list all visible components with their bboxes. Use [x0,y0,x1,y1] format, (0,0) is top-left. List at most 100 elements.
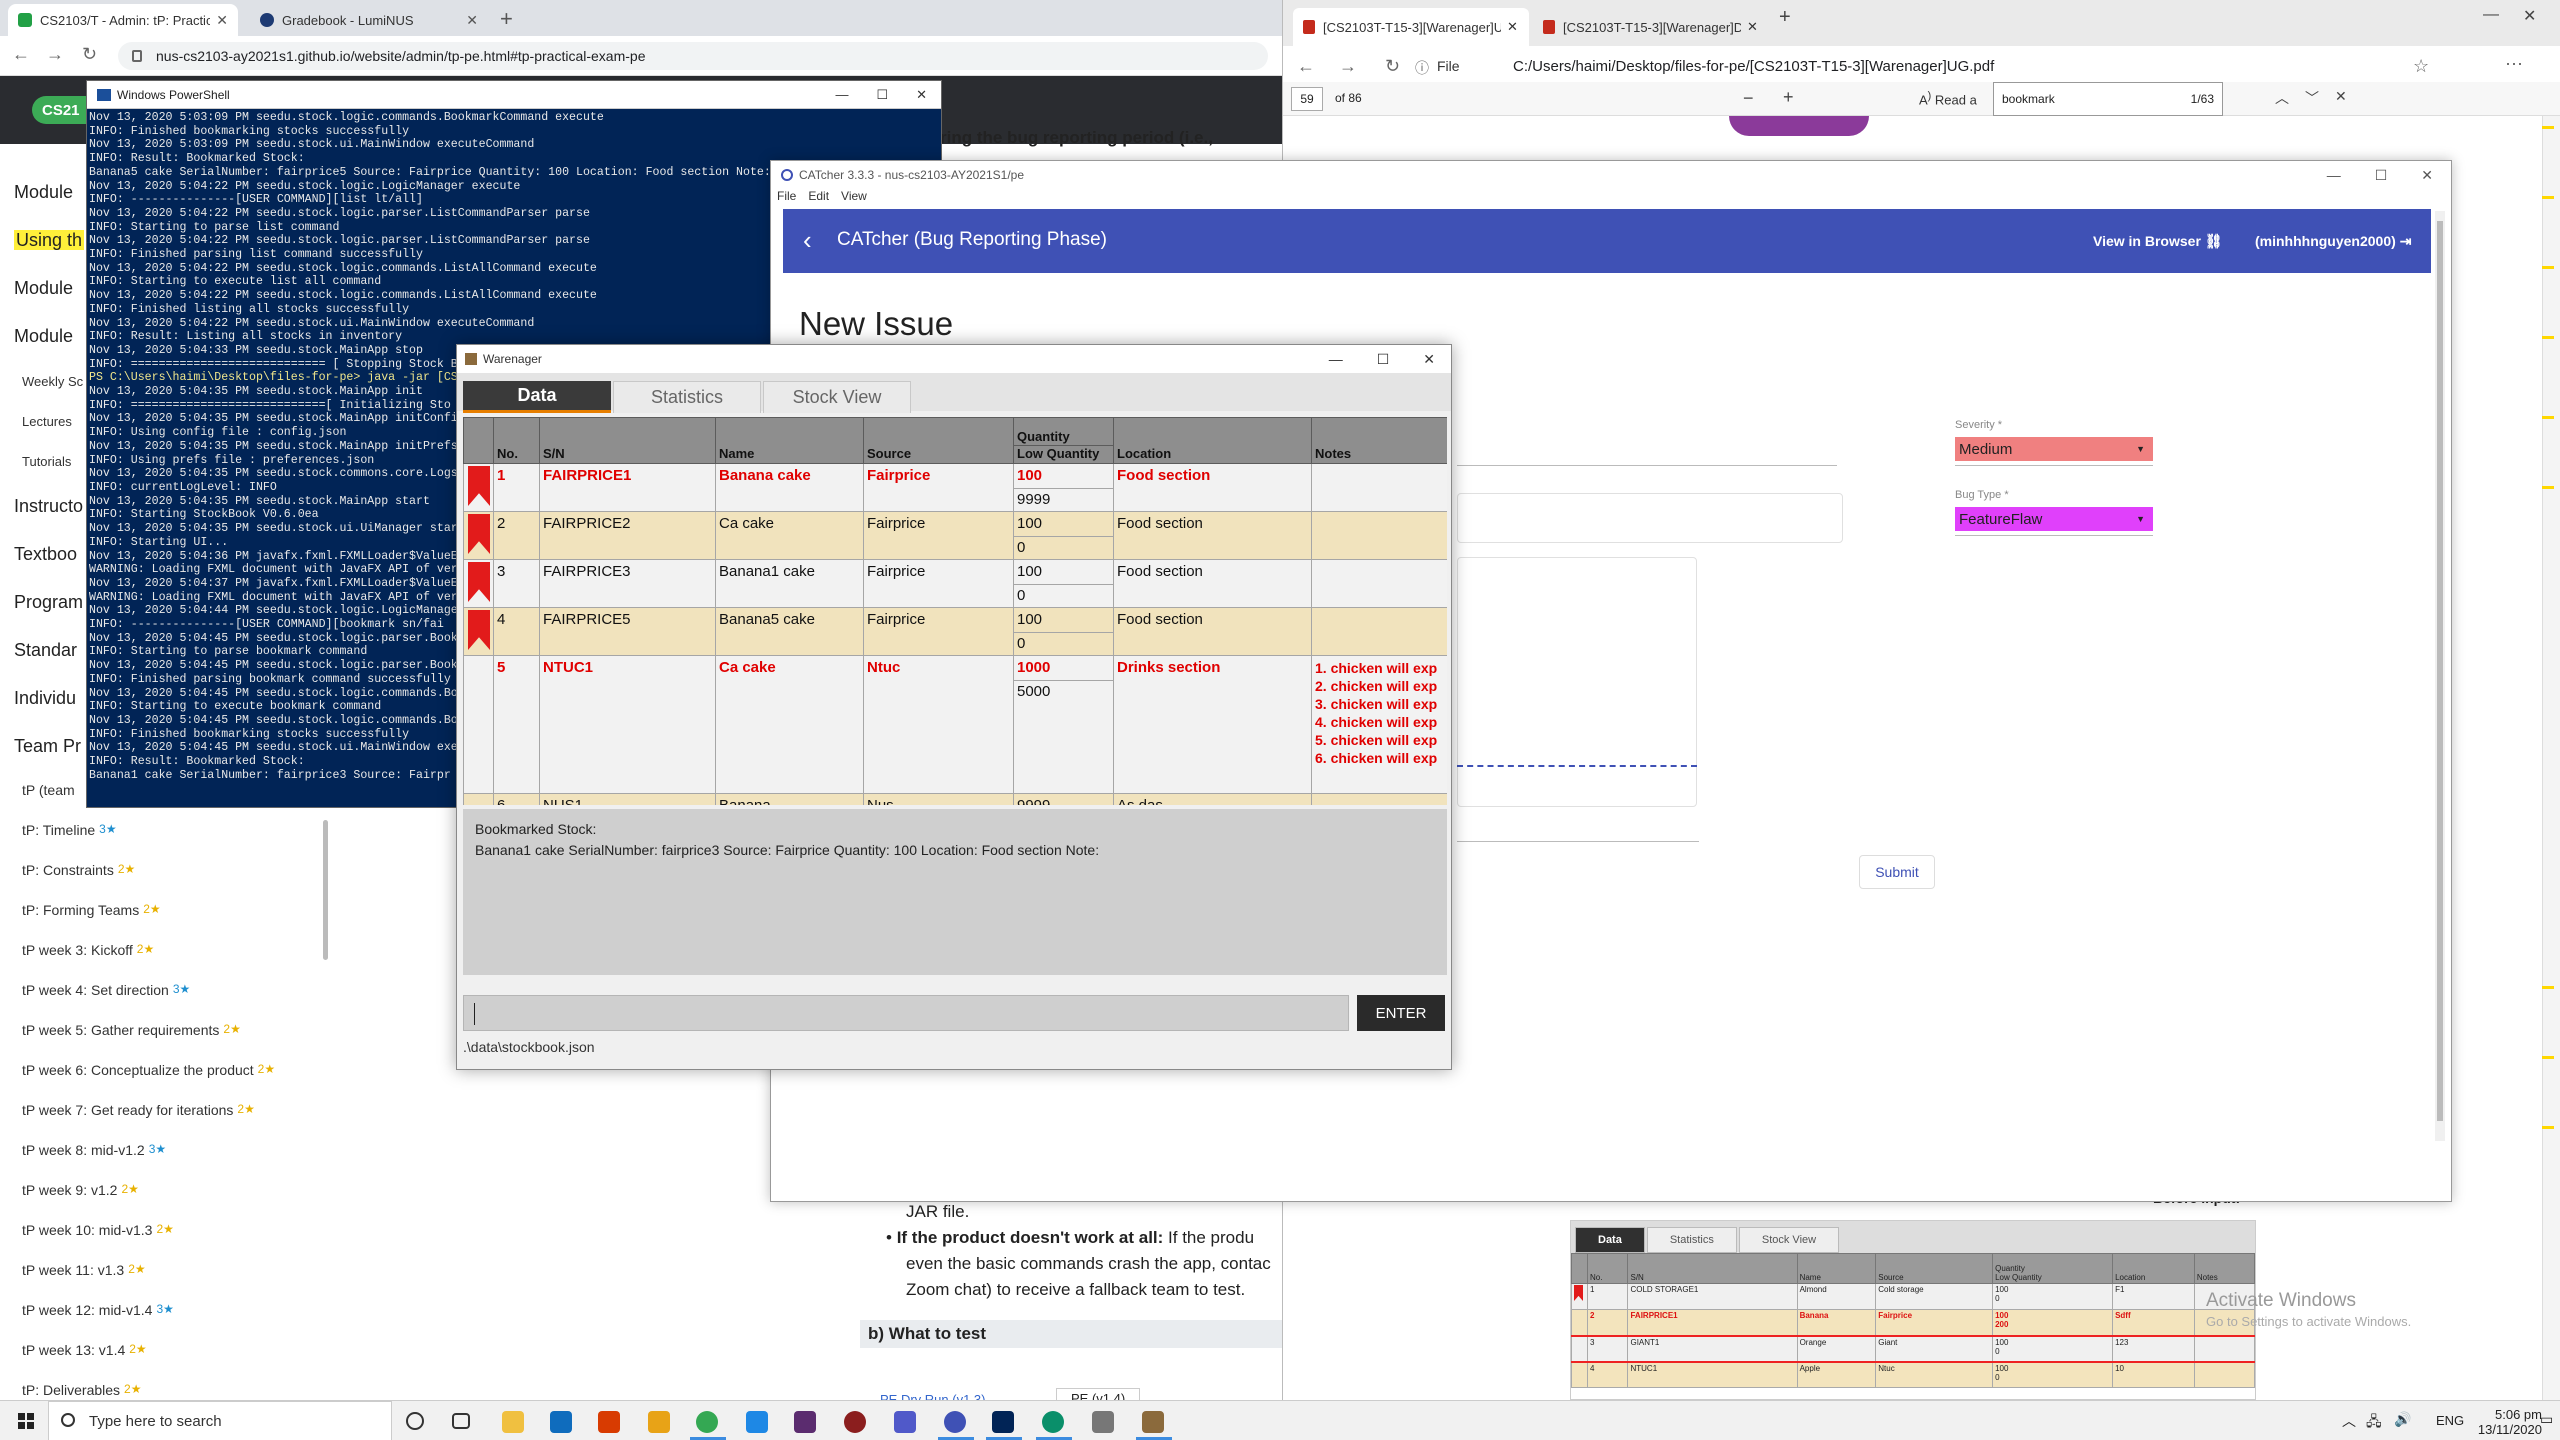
sidebar-tp-link[interactable]: tP week 9: v1.2 2★ [22,1182,139,1198]
sidebar-tp-link[interactable]: tP week 13: v1.4 2★ [22,1342,147,1358]
url-text[interactable]: C:/Users/haimi/Desktop/files-for-pe/[CS2… [1513,58,1994,75]
file-explorer-icon[interactable] [502,1411,524,1433]
sidebar-tp-link[interactable]: tP week 8: mid-v1.2 3★ [22,1142,166,1158]
stock-row[interactable]: 5 NTUC1 Ca cake Ntuc 1000 5000 Drinks section 1… [463,655,1447,794]
stock-row[interactable]: 6NUS1BananaNus99990As das [463,793,1447,805]
sidebar-link[interactable]: Instructo [14,496,83,517]
sidebar-link[interactable]: Module [14,278,73,299]
sidebar-link[interactable]: Textboo [14,544,77,565]
maximize-icon[interactable]: ☐ [2375,167,2388,184]
sidebar-tp-link[interactable]: tP week 5: Gather requirements 2★ [22,1022,241,1038]
reload-icon[interactable]: ↻ [82,44,97,65]
language-indicator[interactable]: ENG [2436,1413,2464,1428]
sidebar-tp-link[interactable]: tP: Forming Teams 2★ [22,902,161,918]
catcher-scrollbar-thumb[interactable] [2437,221,2443,1121]
tab-data[interactable]: Data [463,381,611,413]
stock-row[interactable]: 1 FAIRPRICE1 Banana cake Fairprice 100 9999 Fo… [463,463,1447,512]
maximize-icon[interactable]: ☐ [876,87,888,103]
menu-edit[interactable]: Edit [808,189,829,209]
pdf-find-box[interactable]: bookmark 1/63 [1993,82,2223,116]
sidebar-tp-link[interactable]: tP week 7: Get ready for iterations 2★ [22,1102,255,1118]
zoom-in-icon[interactable]: + [1783,87,1794,108]
info-icon[interactable]: ⓘ [1415,58,1429,78]
powershell-titlebar[interactable]: Windows PowerShell — ☐ ✕ [87,81,941,109]
close-tab-icon[interactable]: ✕ [1507,19,1518,35]
new-tab-icon[interactable]: + [500,6,513,32]
stock-row[interactable]: 2 FAIRPRICE2 Ca cake Fairprice 100 0 Food sect… [463,511,1447,560]
chrome-address-bar[interactable]: nus-cs2103-ay2021s1.github.io/website/ad… [118,42,1268,70]
sidebar-tp-link[interactable]: tP week 3: Kickoff 2★ [22,942,154,958]
minimize-icon[interactable]: — [1329,351,1343,368]
close-tab-icon[interactable]: ✕ [1747,19,1758,35]
tab-stock-view[interactable]: Stock View [763,381,911,413]
col-header-sn[interactable]: S/N [539,417,716,464]
find-prev-icon[interactable]: ︿ [2275,88,2289,108]
catcher-titlebar[interactable]: CATcher 3.3.3 - nus-cs2103-AY2021S1/pe —… [771,161,2451,189]
sidebar-scrollbar[interactable] [323,820,328,960]
command-input[interactable] [463,995,1349,1031]
sidebar-link[interactable]: Module [14,182,73,203]
forward-arrow-icon[interactable]: → [46,44,64,65]
pdf-scrollbar[interactable] [2542,116,2560,1400]
close-window-icon[interactable]: ✕ [2421,167,2433,184]
intellij-icon[interactable] [794,1411,816,1433]
close-window-icon[interactable]: ✕ [2523,6,2536,26]
windows-start-icon[interactable] [18,1413,34,1429]
chrome-tab-admin[interactable]: CS2103/T - Admin: tP: Practical Ex ✕ [8,4,238,36]
sidebar-link[interactable]: Team Pr [14,736,81,757]
sidebar-tp-link[interactable]: tP week 10: mid-v1.3 2★ [22,1222,174,1238]
read-aloud-button[interactable]: A) Read a [1919,90,1977,107]
powershell-taskbar-icon[interactable] [992,1411,1014,1433]
col-header-source[interactable]: Source [863,417,1014,464]
tab-statistics[interactable]: Statistics [613,381,761,413]
warenager-taskbar-icon[interactable] [1142,1411,1164,1433]
office-icon[interactable] [598,1411,620,1433]
outlook-icon[interactable] [550,1411,572,1433]
minimize-icon[interactable]: — [835,87,848,103]
minimize-icon[interactable]: — [2483,6,2499,24]
sidebar-link[interactable]: Standar [14,640,77,661]
menu-file[interactable]: File [777,189,796,209]
sidebar-tp-link[interactable]: tP: Timeline 3★ [22,822,117,838]
view-in-browser-button[interactable]: View in Browser ⛓ [2093,233,2223,250]
find-close-icon[interactable]: ✕ [2335,88,2347,105]
sidebar-sublink[interactable]: Weekly Sc [22,374,83,389]
bugtype-select[interactable]: FeatureFlaw ▼ [1955,507,2153,531]
description-editor[interactable] [1457,557,1697,807]
task-view-icon[interactable] [452,1413,470,1429]
edge-taskbar-icon[interactable] [1042,1411,1064,1433]
edge-tab-dg[interactable]: [CS2103T-T15-3][Warenager]DG ✕ [1533,8,1769,46]
forward-arrow-icon[interactable]: → [1339,56,1357,77]
back-arrow-icon[interactable]: ← [1297,56,1315,77]
col-header-quantity[interactable]: Quantity Low Quantity [1013,417,1114,464]
sidebar-link[interactable]: Module [14,326,73,347]
sidebar-sublink[interactable]: Lectures [22,414,72,429]
menu-view[interactable]: View [841,189,867,209]
page-number-input[interactable]: 59 [1291,87,1323,111]
submit-button[interactable]: Submit [1859,855,1935,889]
favorite-star-icon[interactable]: ☆ [2413,56,2429,77]
notifications-icon[interactable]: ▭ [2540,1411,2553,1428]
sidebar-tp-link[interactable]: tP week 11: v1.3 2★ [22,1262,146,1278]
stock-row[interactable]: 3 FAIRPRICE3 Banana1 cake Fairprice 100 0 Food… [463,559,1447,608]
clock[interactable]: 5:06 pm 13/11/2020 [2462,1407,2542,1437]
sidebar-sublink[interactable]: Tutorials [22,454,71,469]
close-tab-icon[interactable]: ✕ [466,12,478,29]
doc-tab-link[interactable]: PE Dry Run (v1.3) [880,1392,985,1400]
sidebar-tp-link[interactable]: tP: Constraints 2★ [22,862,135,878]
taskbar-search-box[interactable]: Type here to search [48,1401,392,1440]
java-icon[interactable] [1092,1411,1114,1433]
sidebar-link-active[interactable]: Using th [14,230,85,251]
sidebar-link[interactable]: Program [14,592,83,613]
new-tab-icon[interactable]: + [1779,6,1791,29]
warenager-titlebar[interactable]: Warenager — ☐ ✕ [457,345,1451,373]
volume-icon[interactable]: 🔊 [2394,1411,2411,1428]
zoom-out-icon[interactable]: − [1743,88,1754,109]
back-arrow-icon[interactable]: ← [12,44,30,65]
minimize-icon[interactable]: — [2327,167,2341,184]
cortana-icon[interactable] [406,1412,424,1430]
teams-icon[interactable] [894,1411,916,1433]
col-header-name[interactable]: Name [715,417,864,464]
catcher-taskbar-icon[interactable] [944,1411,966,1433]
severity-select[interactable]: Medium ▼ [1955,437,2153,461]
